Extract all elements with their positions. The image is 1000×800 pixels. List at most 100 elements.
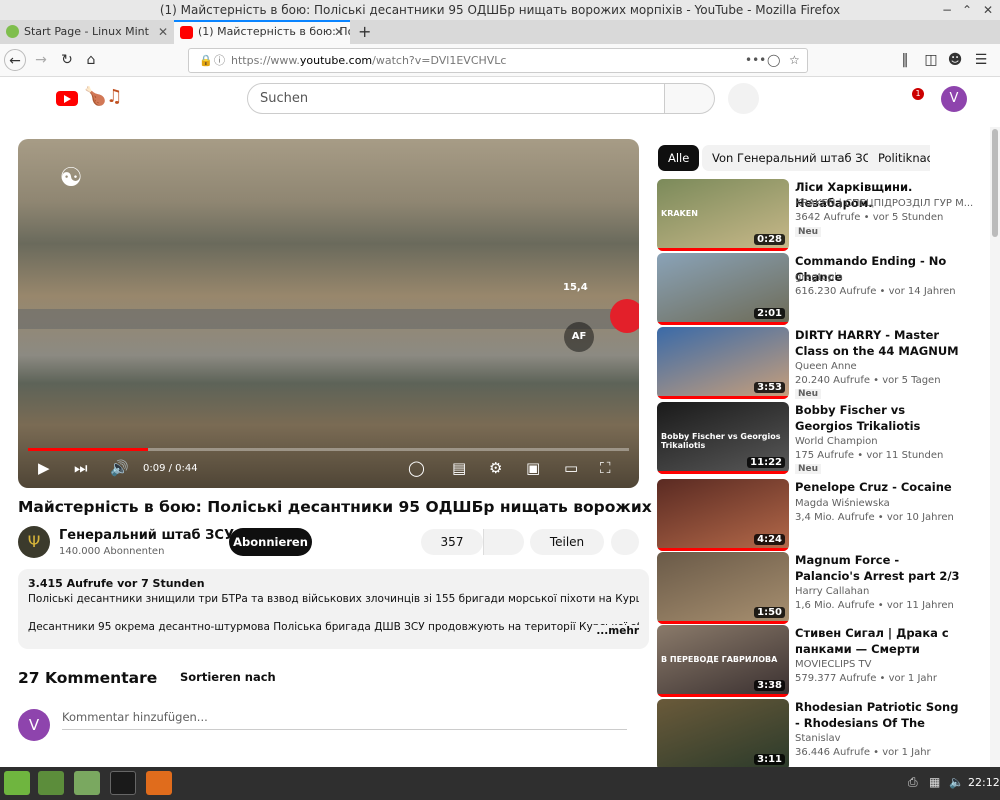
subtitles-icon[interactable]: ▤	[452, 459, 466, 477]
comment-input[interactable]: Kommentar hinzufügen...	[62, 710, 627, 730]
notification-badge[interactable]: 1	[912, 88, 924, 100]
video-thumbnail[interactable]: 3:11	[657, 699, 789, 771]
printer-icon[interactable]: ⎙	[908, 775, 918, 790]
youtube-logo-icon[interactable]	[56, 91, 78, 106]
firefox-icon[interactable]	[146, 771, 172, 795]
doodle-icon[interactable]: 🍗♫	[84, 86, 123, 107]
volume-icon[interactable]: 🔊	[110, 459, 129, 477]
video-thumbnail[interactable]: Bobby Fischer vs Georgios Trikaliotis 11:…	[657, 402, 789, 474]
theater-mode-icon[interactable]: ▭	[564, 459, 578, 477]
progress-bar[interactable]	[28, 448, 629, 451]
video-thumbnail[interactable]: 2:01	[657, 253, 789, 325]
search-input[interactable]: Suchen	[247, 83, 665, 114]
scrollbar-thumb[interactable]	[992, 129, 998, 237]
page-scrollbar[interactable]	[990, 127, 1000, 767]
dislike-button[interactable]	[483, 529, 524, 555]
recommendation-item[interactable]: 3:53 DIRTY HARRY - Master Class on the 44…	[657, 327, 989, 399]
more-actions-button[interactable]	[611, 529, 639, 555]
recommendation-item[interactable]: KRAKEN 0:28 Ліси Харківщини. Незабаром. KRA…	[657, 179, 989, 251]
new-tab-button[interactable]: +	[352, 20, 374, 44]
fullscreen-icon[interactable]: ⛶	[600, 459, 611, 477]
player-controls: ▶ ⏭ 🔊 0:09 / 0:44 ◯ ▤ ⚙ ▣ ▭ ⛶	[18, 455, 639, 485]
tab-start-page[interactable]: Start Page - Linux Mint ✕	[0, 20, 174, 44]
autoplay-toggle-icon[interactable]: ◯	[408, 459, 425, 477]
like-button[interactable]: 357	[421, 529, 483, 555]
video-thumbnail[interactable]: В ПЕРЕВОДЕ ГАВРИЛОВА 3:38	[657, 625, 789, 697]
recommendation-title[interactable]: Rhodesian Patriotic Song - Rhodesians Of…	[795, 699, 965, 731]
video-player[interactable]: ☯ 15,4 AF ▶ ⏭ 🔊 0:09 / 0:44 ◯ ▤ ⚙ ▣ ▭ ⛶	[18, 139, 639, 488]
video-thumbnail[interactable]: 4:24	[657, 479, 789, 551]
show-more-link[interactable]: ...mehr	[592, 625, 639, 637]
bookmark-star-icon[interactable]: ☆	[789, 49, 800, 72]
back-icon[interactable]: ←	[4, 49, 26, 71]
maximize-icon[interactable]: ⌃	[962, 0, 972, 20]
volume-tray-icon[interactable]: 🔈	[949, 775, 964, 789]
close-icon[interactable]: ✕	[983, 0, 993, 20]
home-icon[interactable]: ⌂	[80, 49, 102, 71]
recommendation-channel[interactable]: gregtopia	[795, 272, 843, 283]
voice-search-button[interactable]	[728, 83, 759, 114]
miniplayer-icon[interactable]: ▣	[526, 459, 540, 477]
recommendation-item[interactable]: 3:11 Rhodesian Patriotic Song - Rhodesian…	[657, 699, 989, 771]
video-thumbnail[interactable]: KRAKEN 0:28	[657, 179, 789, 251]
play-icon[interactable]: ▶	[38, 459, 50, 477]
tab-close-icon[interactable]: ✕	[158, 20, 168, 44]
recommendation-channel[interactable]: World Champion	[795, 436, 878, 447]
tab-youtube[interactable]: (1) Майстерність в бою: По ✕	[174, 20, 350, 44]
files-icon[interactable]	[74, 771, 100, 795]
recommendation-title[interactable]: Penelope Cruz - Cocaine	[795, 479, 965, 495]
recommendation-item[interactable]: 2:01 Commando Ending - No Chance gregtopia…	[657, 253, 989, 325]
description-box[interactable]: 3.415 Aufrufe vor 7 Stunden Поліські дес…	[18, 569, 649, 649]
tab-strip: Start Page - Linux Mint ✕ (1) Майстерніс…	[0, 20, 1000, 44]
terminal-icon[interactable]	[110, 771, 136, 795]
subscribe-button[interactable]: Abonnieren	[229, 528, 312, 556]
mint-menu-icon[interactable]	[4, 771, 30, 795]
recommendation-title[interactable]: Magnum Force - Palancio's Arrest part 2/…	[795, 552, 965, 584]
page-actions-icon[interactable]: •••	[745, 49, 766, 72]
account-icon[interactable]: ☻	[944, 49, 966, 71]
recommendation-title[interactable]: DIRTY HARRY - Master Class on the 44 MAG…	[795, 327, 965, 359]
search-button[interactable]	[665, 83, 715, 114]
recommendation-channel[interactable]: Harry Callahan	[795, 586, 869, 597]
recommendation-item[interactable]: 4:24 Penelope Cruz - Cocaine Magda Wiśniew…	[657, 479, 989, 551]
channel-name[interactable]: Генеральний штаб ЗСУ	[59, 528, 234, 543]
forward-icon[interactable]: →	[30, 49, 52, 71]
recommendation-channel[interactable]: Queen Anne	[795, 361, 857, 372]
reload-icon[interactable]: ↻	[56, 49, 78, 71]
recommendation-channel[interactable]: KRAKEN | СПЕЦПІДРОЗДІЛ ГУР М...	[795, 198, 973, 209]
settings-gear-icon[interactable]: ⚙	[489, 459, 502, 477]
recommendation-title[interactable]: Bobby Fischer vs Georgios Trikaliotis At…	[795, 402, 965, 434]
recommendation-title[interactable]: Стивен Сигал | Драка с панками — Смерти …	[795, 625, 965, 657]
next-icon[interactable]: ⏭	[74, 459, 88, 477]
video-thumbnail[interactable]: 3:53	[657, 327, 789, 399]
recommendation-item[interactable]: В ПЕРЕВОДЕ ГАВРИЛОВА 3:38 Стивен Сигал | Д…	[657, 625, 989, 697]
watched-bar	[657, 396, 789, 399]
chip-channel[interactable]: Von Генеральний штаб ЗСУ	[702, 145, 888, 171]
minimize-icon[interactable]: −	[942, 0, 952, 20]
user-avatar[interactable]: V	[941, 86, 967, 112]
chip-politics[interactable]: Politiknachrichten	[868, 145, 930, 171]
recommendation-channel[interactable]: Stanislav	[795, 733, 841, 744]
video-duration: 2:01	[754, 308, 785, 319]
network-icon[interactable]: ▦	[929, 775, 940, 789]
library-icon[interactable]: ‖	[894, 49, 916, 71]
info-icon[interactable]: ⓘ	[214, 49, 225, 72]
share-button[interactable]: Teilen	[530, 529, 604, 555]
chip-all[interactable]: Alle	[658, 145, 700, 171]
recommendation-item[interactable]: 1:50 Magnum Force - Palancio's Arrest par…	[657, 552, 989, 624]
recommendation-item[interactable]: Bobby Fischer vs Georgios Trikaliotis 11:…	[657, 402, 989, 474]
recommendation-channel[interactable]: Magda Wiśniewska	[795, 498, 890, 509]
menu-icon[interactable]: ☰	[970, 49, 992, 71]
sort-comments-button[interactable]: Sortieren nach	[180, 670, 276, 684]
window-titlebar: (1) Майстерність в бою: Поліські десантн…	[0, 0, 1000, 20]
show-desktop-icon[interactable]	[38, 771, 64, 795]
channel-avatar[interactable]: Ψ	[18, 526, 50, 558]
video-duration: 11:22	[747, 457, 785, 468]
tab-close-icon[interactable]: ✕	[334, 22, 344, 42]
video-thumbnail[interactable]: 1:50	[657, 552, 789, 624]
thumbnail-caption: Bobby Fischer vs Georgios Trikaliotis	[661, 432, 781, 450]
pocket-icon[interactable]: ◯	[767, 49, 780, 72]
recommendation-channel[interactable]: MOVIECLIPS TV	[795, 659, 871, 670]
sidebar-icon[interactable]: ◫	[920, 49, 942, 71]
url-bar[interactable]: ⓘ 🔒 https://www.youtube.com/watch?v=DVl1…	[188, 48, 808, 73]
